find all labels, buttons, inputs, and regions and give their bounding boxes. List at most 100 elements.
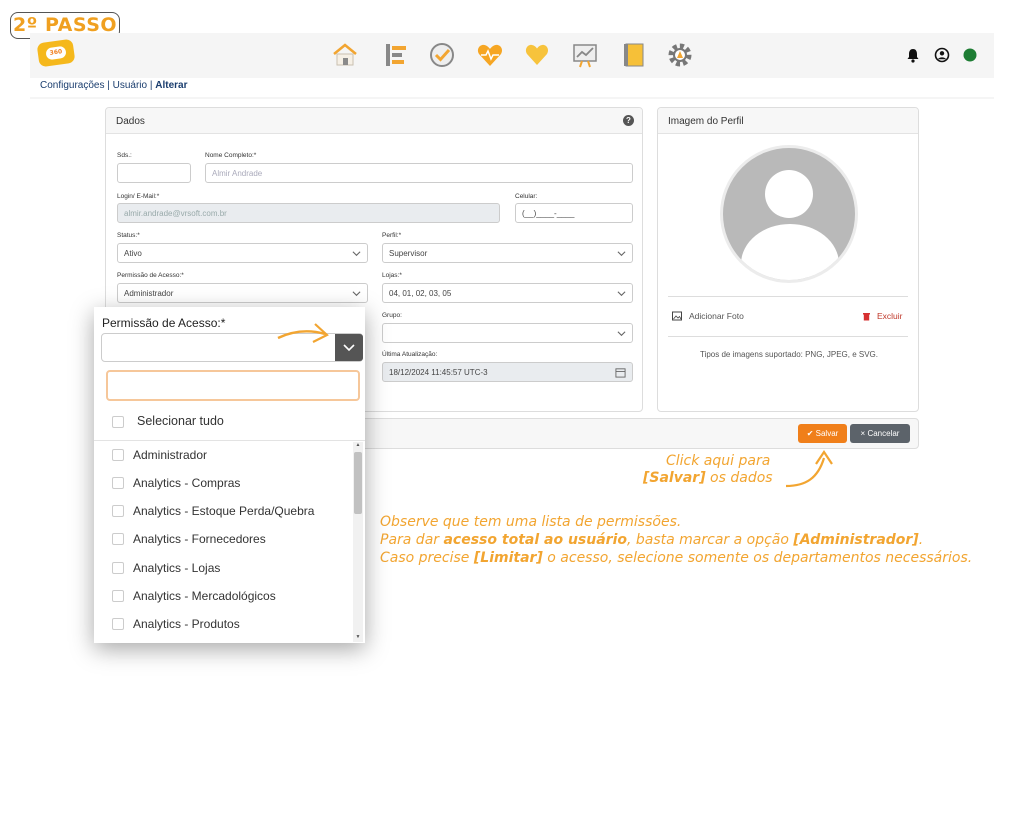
chevron-down-icon	[617, 251, 626, 257]
option-checkbox[interactable]	[112, 562, 124, 574]
annot-obs2-b: acesso total ao usuário	[443, 532, 627, 548]
save-label: Salvar	[815, 429, 839, 438]
option-checkbox[interactable]	[112, 590, 124, 602]
chevron-down-icon	[343, 344, 355, 352]
chevron-down-icon	[352, 251, 361, 257]
option-checkbox[interactable]	[112, 505, 124, 517]
perfil-value: Supervisor	[389, 249, 428, 258]
breadcrumb-path[interactable]: Configurações | Usuário |	[40, 80, 155, 91]
annotation-click-line1: Click aqui para	[666, 453, 771, 469]
lojas-label: Lojas:*	[382, 272, 402, 279]
help-icon[interactable]: ?	[623, 115, 634, 126]
scrollbar-thumb[interactable]	[354, 452, 362, 514]
dropdown-option[interactable]: Analytics - Fornecedores	[112, 529, 352, 549]
option-checkbox[interactable]	[112, 533, 124, 545]
permissao-select[interactable]: Administrador	[117, 283, 368, 303]
arrow-to-save-icon	[785, 450, 833, 488]
user-circle-icon[interactable]	[934, 47, 950, 63]
dropdown-option[interactable]: Analytics - Compras	[112, 473, 352, 493]
status-label: Status:*	[117, 232, 140, 239]
annot-obs3-b: [Limitar]	[473, 550, 543, 566]
save-button[interactable]: ✔ Salvar	[798, 424, 847, 443]
profile-divider-bottom	[668, 336, 908, 337]
cancel-button[interactable]: × Cancelar	[850, 424, 910, 443]
sds-input[interactable]	[117, 163, 191, 183]
dropdown-label: Permissão de Acesso:*	[102, 316, 226, 330]
perfil-select[interactable]: Supervisor	[382, 243, 633, 263]
check-icon: ✔	[806, 429, 816, 438]
option-label: Analytics - Fornecedores	[133, 532, 266, 546]
dropdown-option[interactable]: Analytics - Mercadológicos	[112, 586, 352, 606]
dropdown-option[interactable]: Analytics - Lojas	[112, 558, 352, 578]
checklist-icon[interactable]	[428, 41, 456, 69]
dropdown-option[interactable]: Analytics - Estoque Perda/Quebra	[112, 501, 352, 521]
dropdown-option[interactable]: Analytics - Produtos	[112, 614, 352, 634]
delete-photo-label: Excluir	[877, 311, 903, 321]
scroll-down-icon[interactable]: ▼	[355, 635, 361, 640]
lojas-select[interactable]: 04, 01, 02, 03, 05	[382, 283, 633, 303]
annot-obs3-c: o acesso, selecione somente os departame…	[542, 550, 973, 566]
select-all-option[interactable]: Selecionar tudo	[102, 411, 357, 433]
annotation-click-rest: os dados	[705, 470, 773, 486]
nome-input[interactable]: Almir Andrade	[205, 163, 633, 183]
add-photo-label: Adicionar Foto	[689, 311, 744, 321]
status-dot-icon	[963, 48, 977, 62]
annotation-obs-line1: Observe que tem uma lista de permissões.	[380, 514, 682, 530]
dropdown-toggle-button[interactable]	[335, 334, 363, 361]
lojas-value: 04, 01, 02, 03, 05	[389, 289, 452, 298]
ultima-label: Última Atualização:	[382, 351, 438, 358]
dropdown-divider	[94, 440, 365, 441]
option-label: Analytics - Estoque Perda/Quebra	[133, 504, 315, 518]
perfil-label: Perfil:*	[382, 232, 402, 239]
permissao-label: Permissão de Acesso:*	[117, 272, 184, 279]
status-select[interactable]: Ativo	[117, 243, 368, 263]
home-icon[interactable]	[331, 41, 359, 69]
cancel-label: Cancelar	[867, 429, 900, 438]
option-label: Administrador	[133, 448, 208, 462]
chevron-down-icon	[617, 331, 626, 337]
annotation-obs-line2: Para dar acesso total ao usuário, basta …	[380, 532, 923, 548]
option-checkbox[interactable]	[112, 449, 124, 461]
chevron-down-icon	[352, 291, 361, 297]
image-icon	[672, 311, 682, 321]
profile-divider-top	[668, 296, 908, 297]
nome-label: Nome Completo:*	[205, 152, 257, 159]
breadcrumb-current: Alterar	[155, 80, 188, 91]
sds-label: Sds.:	[117, 152, 132, 159]
settings-gear-icon[interactable]	[666, 41, 694, 69]
status-value: Ativo	[124, 249, 142, 258]
celular-label: Celular:	[515, 193, 538, 200]
ultima-value: 18/12/2024 11:45:57 UTC-3	[389, 368, 488, 377]
scroll-up-icon[interactable]: ▲	[355, 443, 361, 448]
dropdown-option[interactable]: Administrador	[112, 445, 352, 465]
dropdown-scrollbar[interactable]: ▲ ▼	[353, 442, 363, 642]
health-icon[interactable]	[476, 41, 504, 69]
app-logo[interactable]: 360	[36, 38, 76, 68]
tasks-icon[interactable]	[382, 41, 410, 69]
notebook-icon[interactable]	[620, 41, 648, 69]
breadcrumb: Configurações | Usuário | Alterar	[40, 80, 188, 94]
grupo-label: Grupo:	[382, 312, 402, 319]
annot-obs2-d: [Administrador]	[793, 532, 919, 548]
dados-panel-title: Dados	[106, 108, 642, 134]
annot-obs2-c: , basta marcar a opção	[626, 532, 794, 548]
permissao-value: Administrador	[124, 289, 174, 298]
top-navbar: 360	[30, 33, 994, 78]
breadcrumb-divider	[30, 97, 994, 99]
calendar-icon[interactable]	[615, 367, 626, 378]
chevron-down-icon	[617, 291, 626, 297]
supported-formats-text: Tipos de imagens suportado: PNG, JPEG, e…	[699, 350, 878, 359]
dropdown-search-input[interactable]	[106, 370, 360, 401]
annot-obs2-a: Para dar	[380, 532, 444, 548]
select-all-checkbox[interactable]	[112, 416, 124, 428]
celular-input[interactable]: (__)____-____	[515, 203, 633, 223]
chart-board-icon[interactable]	[571, 41, 599, 69]
option-checkbox[interactable]	[112, 618, 124, 630]
arrow-to-dropdown-icon	[277, 323, 329, 343]
option-checkbox[interactable]	[112, 477, 124, 489]
bell-icon[interactable]	[905, 47, 921, 63]
option-label: Analytics - Mercadológicos	[133, 589, 276, 603]
grupo-select[interactable]	[382, 323, 633, 343]
heart-icon[interactable]	[523, 41, 551, 69]
annotation-obs-line3: Caso precise [Limitar] o acesso, selecio…	[380, 550, 972, 566]
